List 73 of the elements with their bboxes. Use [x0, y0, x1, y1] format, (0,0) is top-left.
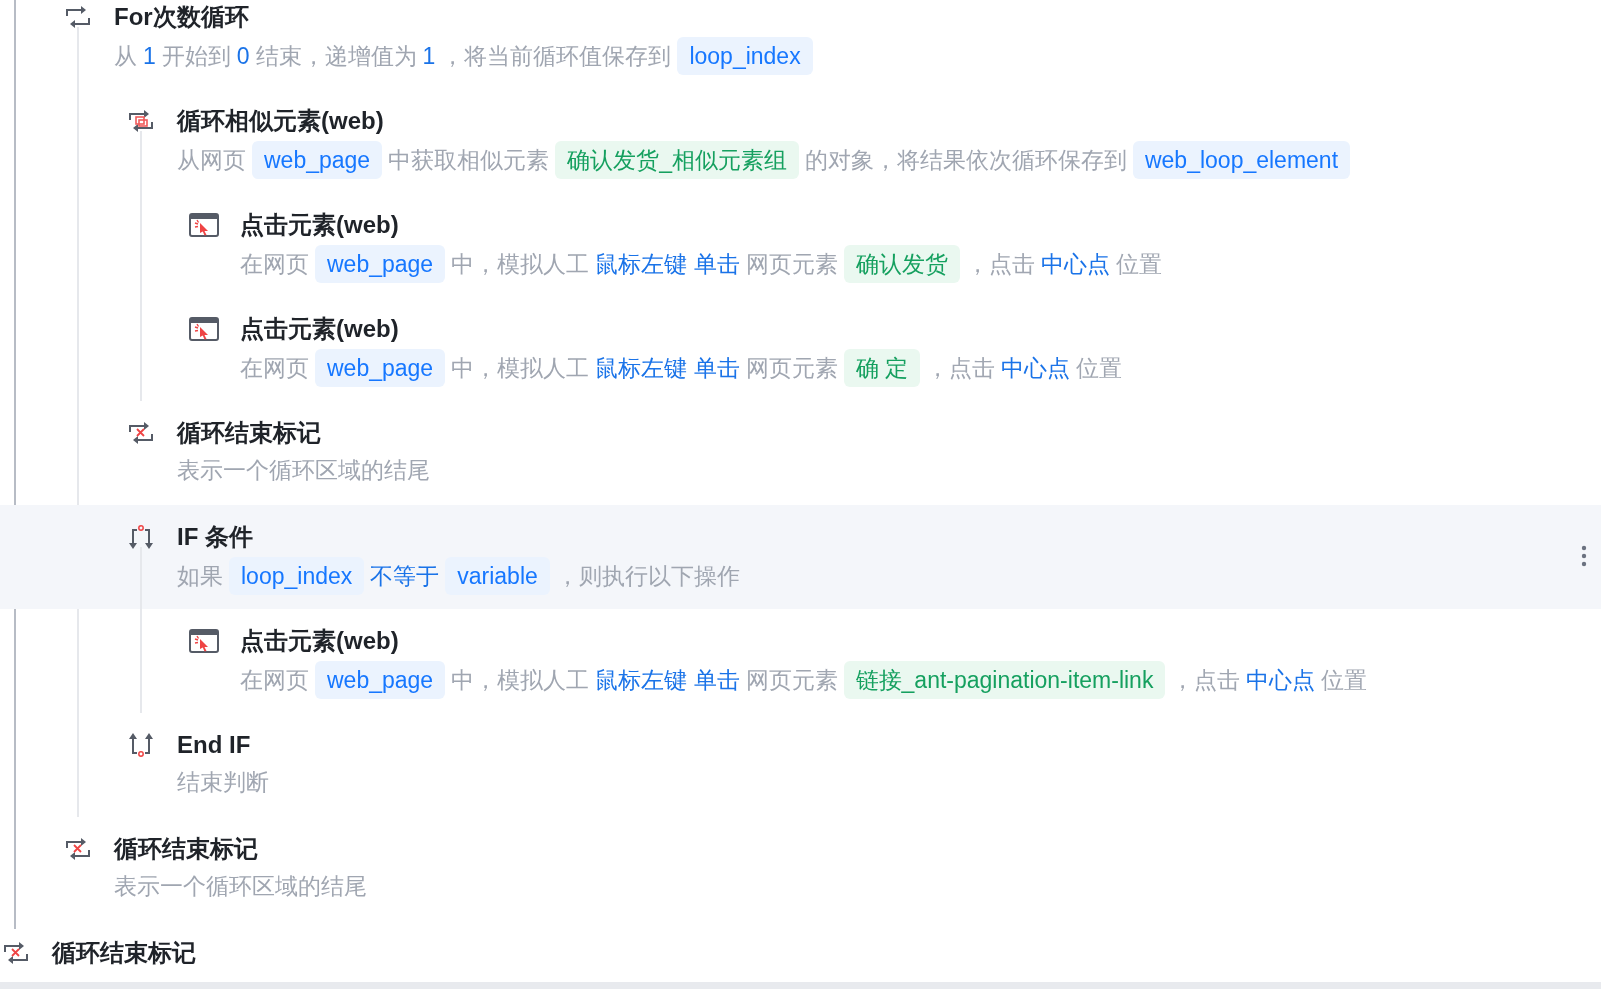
description-text: 从网页 — [177, 146, 246, 175]
variable-tag: loop_index — [229, 557, 365, 595]
variable-tag: web_page — [315, 245, 446, 283]
description-text: 如果 — [177, 562, 223, 591]
description-text: 位置 — [1115, 250, 1162, 279]
step-title: 循环结束标记 — [114, 834, 258, 864]
step-title: 点击元素(web) — [240, 626, 399, 656]
step-title: 循环结束标记 — [177, 418, 321, 448]
step-title: For次数循环 — [114, 2, 249, 32]
variable-tag: web_page — [315, 349, 446, 387]
description-text: 从 — [114, 42, 137, 71]
parameter-value: 中心点 — [1040, 250, 1110, 279]
parameter-value: 鼠标左键 单击 — [595, 250, 740, 279]
parameter-value: 0 — [236, 42, 250, 71]
step-row[interactable]: 循环结束标记 — [0, 921, 1601, 989]
variable-tag: web_page — [252, 141, 383, 179]
description-text: 网页元素 — [745, 666, 838, 695]
step-row[interactable]: 循环相似元素(web) 从网页 web_page 中获取相似元素 确认发货_相似元素组 的对象，将结果依次循环保存到 web_loop_element — [0, 89, 1601, 193]
description-text: 位置 — [1321, 666, 1368, 695]
parameter-value: 不等于 — [370, 562, 440, 591]
element-tag: 确 定 — [843, 349, 920, 387]
description-text: 在网页 — [240, 354, 309, 383]
description-text: 的对象，将结果依次循环保存到 — [804, 146, 1127, 175]
variable-tag: web_page — [315, 661, 446, 699]
description-text: ，点击 — [965, 250, 1035, 279]
step-row[interactable]: For次数循环 从 1 开始到 0 结束，递增值为 1 ，将当前循环值保存到 loop_index — [0, 0, 1601, 89]
description-text: 表示一个循环区域的结尾 — [114, 872, 367, 901]
element-tag: 确认发货 — [843, 245, 960, 283]
description-text: 在网页 — [240, 666, 309, 695]
description-text: 在网页 — [240, 250, 309, 279]
description-text: 网页元素 — [745, 354, 838, 383]
description-text: 中，模拟人工 — [451, 250, 590, 279]
parameter-value: 中心点 — [1246, 666, 1316, 695]
step-row[interactable]: 点击元素(web) 在网页 web_page 中，模拟人工 鼠标左键 单击 网页元素 确 定 ，点击 中心点 位置 — [0, 297, 1601, 401]
variable-tag: loop_index — [677, 37, 813, 75]
description-text: 结束，递增值为 — [255, 42, 417, 71]
description-text: 位置 — [1075, 354, 1122, 383]
parameter-value: 鼠标左键 单击 — [595, 666, 740, 695]
description-text: ，将当前循环值保存到 — [441, 42, 672, 71]
parameter-value: 1 — [422, 42, 436, 71]
cursor-window-icon — [188, 210, 220, 240]
description-text: ，点击 — [925, 354, 995, 383]
element-tag: 链接_ant-pagination-item-link — [843, 661, 1166, 699]
step-title: IF 条件 — [177, 522, 253, 552]
step-row[interactable]: 点击元素(web) 在网页 web_page 中，模拟人工 鼠标左键 单击 网页元素 链接_ant-pagination-item-link ，点击 中心点 位置 — [0, 609, 1601, 713]
more-icon[interactable] — [1581, 545, 1587, 567]
step-title: 循环结束标记 — [52, 938, 196, 968]
element-tag: 确认发货_相似元素组 — [555, 141, 799, 179]
variable-tag: web_loop_element — [1132, 141, 1351, 179]
step-row[interactable]: 点击元素(web) 在网页 web_page 中，模拟人工 鼠标左键 单击 网页元素 确认发货 ，点击 中心点 位置 — [0, 193, 1601, 297]
description-text: 中，模拟人工 — [451, 666, 590, 695]
description-text: 中，模拟人工 — [451, 354, 590, 383]
step-row[interactable]: 循环结束标记 表示一个循环区域的结尾 — [0, 817, 1601, 921]
step-row-highlighted[interactable]: IF 条件 如果 loop_index 不等于 variable ，则执行以下操作 — [0, 505, 1601, 609]
parameter-value: 1 — [143, 42, 156, 71]
description-text: 网页元素 — [745, 250, 838, 279]
description-text: 开始到 — [161, 42, 231, 71]
description-text: ，则执行以下操作 — [555, 562, 740, 591]
step-title: 点击元素(web) — [240, 314, 399, 344]
cursor-window-icon — [188, 626, 220, 656]
description-text: 结束判断 — [177, 768, 269, 797]
variable-tag: variable — [445, 557, 550, 595]
description-text: 中获取相似元素 — [388, 146, 550, 175]
description-text: ，点击 — [1171, 666, 1241, 695]
description-text: 表示一个循环区域的结尾 — [177, 456, 430, 485]
step-title: 点击元素(web) — [240, 210, 399, 240]
step-title: End IF — [177, 730, 251, 760]
step-row[interactable]: 循环结束标记 表示一个循环区域的结尾 — [0, 401, 1601, 505]
step-title: 循环相似元素(web) — [177, 106, 384, 136]
parameter-value: 中心点 — [1000, 354, 1070, 383]
cursor-window-icon — [188, 314, 220, 344]
step-row[interactable]: End IF 结束判断 — [0, 713, 1601, 817]
parameter-value: 鼠标左键 单击 — [595, 354, 740, 383]
